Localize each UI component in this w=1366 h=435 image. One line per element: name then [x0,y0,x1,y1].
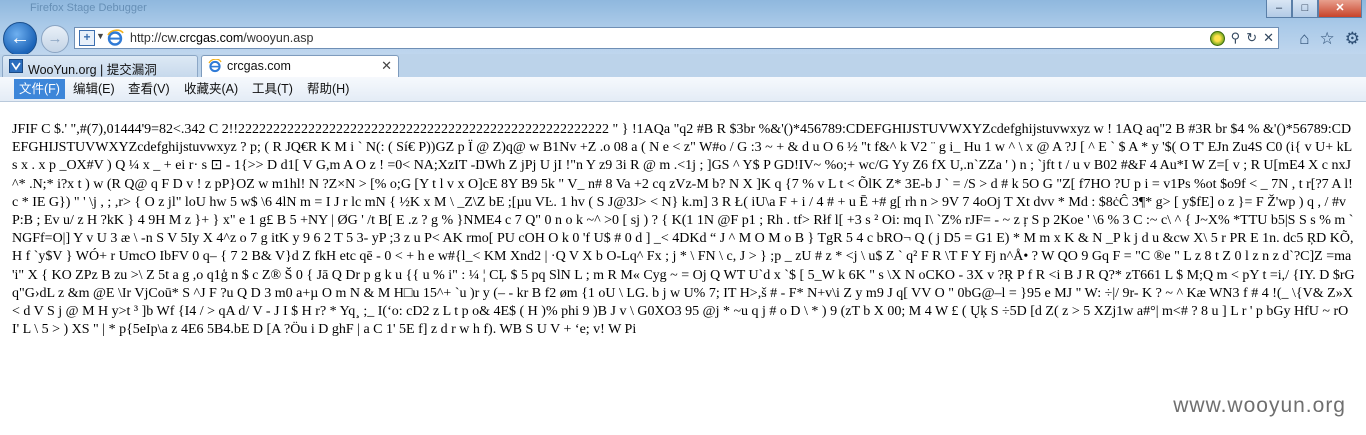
close-window-button[interactable]: ✕ [1318,0,1362,18]
ie-page-icon [107,29,124,46]
forward-button[interactable]: → [41,25,69,53]
refresh-icon[interactable]: ↻ [1246,29,1257,47]
address-bar-actions: ⚲ ↻ ✕ [1209,29,1274,47]
tab-crcgas[interactable]: crcgas.com ✕ [201,55,399,78]
menu-file[interactable]: 文件(F) [14,79,65,99]
menu-bar: 文件(F) 编辑(E) 查看(V) 收藏夹(A) 工具(T) 帮助(H) [0,77,1366,102]
close-tab-icon[interactable]: ✕ [381,58,392,74]
menu-edit[interactable]: 编辑(E) [68,79,120,99]
browser-toolbar: Firefox Stage Debugger – □ ✕ ← → + ▼ htt… [0,0,1366,56]
favorites-icon[interactable]: ☆ [1320,30,1335,48]
tab-strip: WooYun.org | 提交漏洞 crcgas.com ✕ [0,54,1366,78]
maximize-button[interactable]: □ [1292,0,1318,18]
chevron-down-icon[interactable]: ▼ [96,31,105,41]
binary-text-dump: JFIF C $.' ",#(7),01444'9=82<.342 C 2!!2… [12,122,1355,338]
window-controls: – □ ✕ [1266,0,1362,18]
watermark: www.wooyun.org [1173,394,1346,417]
search-icon[interactable]: ⚲ [1231,29,1241,47]
window-title: Firefox Stage Debugger [30,2,147,14]
tab-label: crcgas.com [227,59,291,73]
menu-tools[interactable]: 工具(T) [247,79,298,99]
menu-view[interactable]: 查看(V) [123,79,175,99]
settings-icon[interactable]: ⚙ [1345,30,1360,48]
compat-view-icon[interactable]: + [79,30,95,46]
command-icons: ⌂ ☆ ⚙ [1299,30,1360,48]
address-bar[interactable]: + ▼ http://cw.crcgas.com/wooyun.asp ⚲ ↻ … [74,27,1279,49]
ie-page-icon [208,59,222,73]
tab-label: WooYun.org | 提交漏洞 [28,63,157,77]
page-content: JFIF C $.' ",#(7),01444'9=82<.342 C 2!!2… [0,102,1366,435]
menu-favorites[interactable]: 收藏夹(A) [179,79,243,99]
addon-icon[interactable] [1209,30,1225,46]
home-icon[interactable]: ⌂ [1299,30,1309,48]
menu-help[interactable]: 帮助(H) [302,79,354,99]
wooyun-favicon-icon [9,59,23,73]
stop-icon[interactable]: ✕ [1263,29,1274,47]
tab-wooyun[interactable]: WooYun.org | 提交漏洞 [2,55,198,77]
minimize-button[interactable]: – [1266,0,1292,18]
back-button[interactable]: ← [3,22,37,56]
url-text[interactable]: http://cw.crcgas.com/wooyun.asp [130,31,313,45]
